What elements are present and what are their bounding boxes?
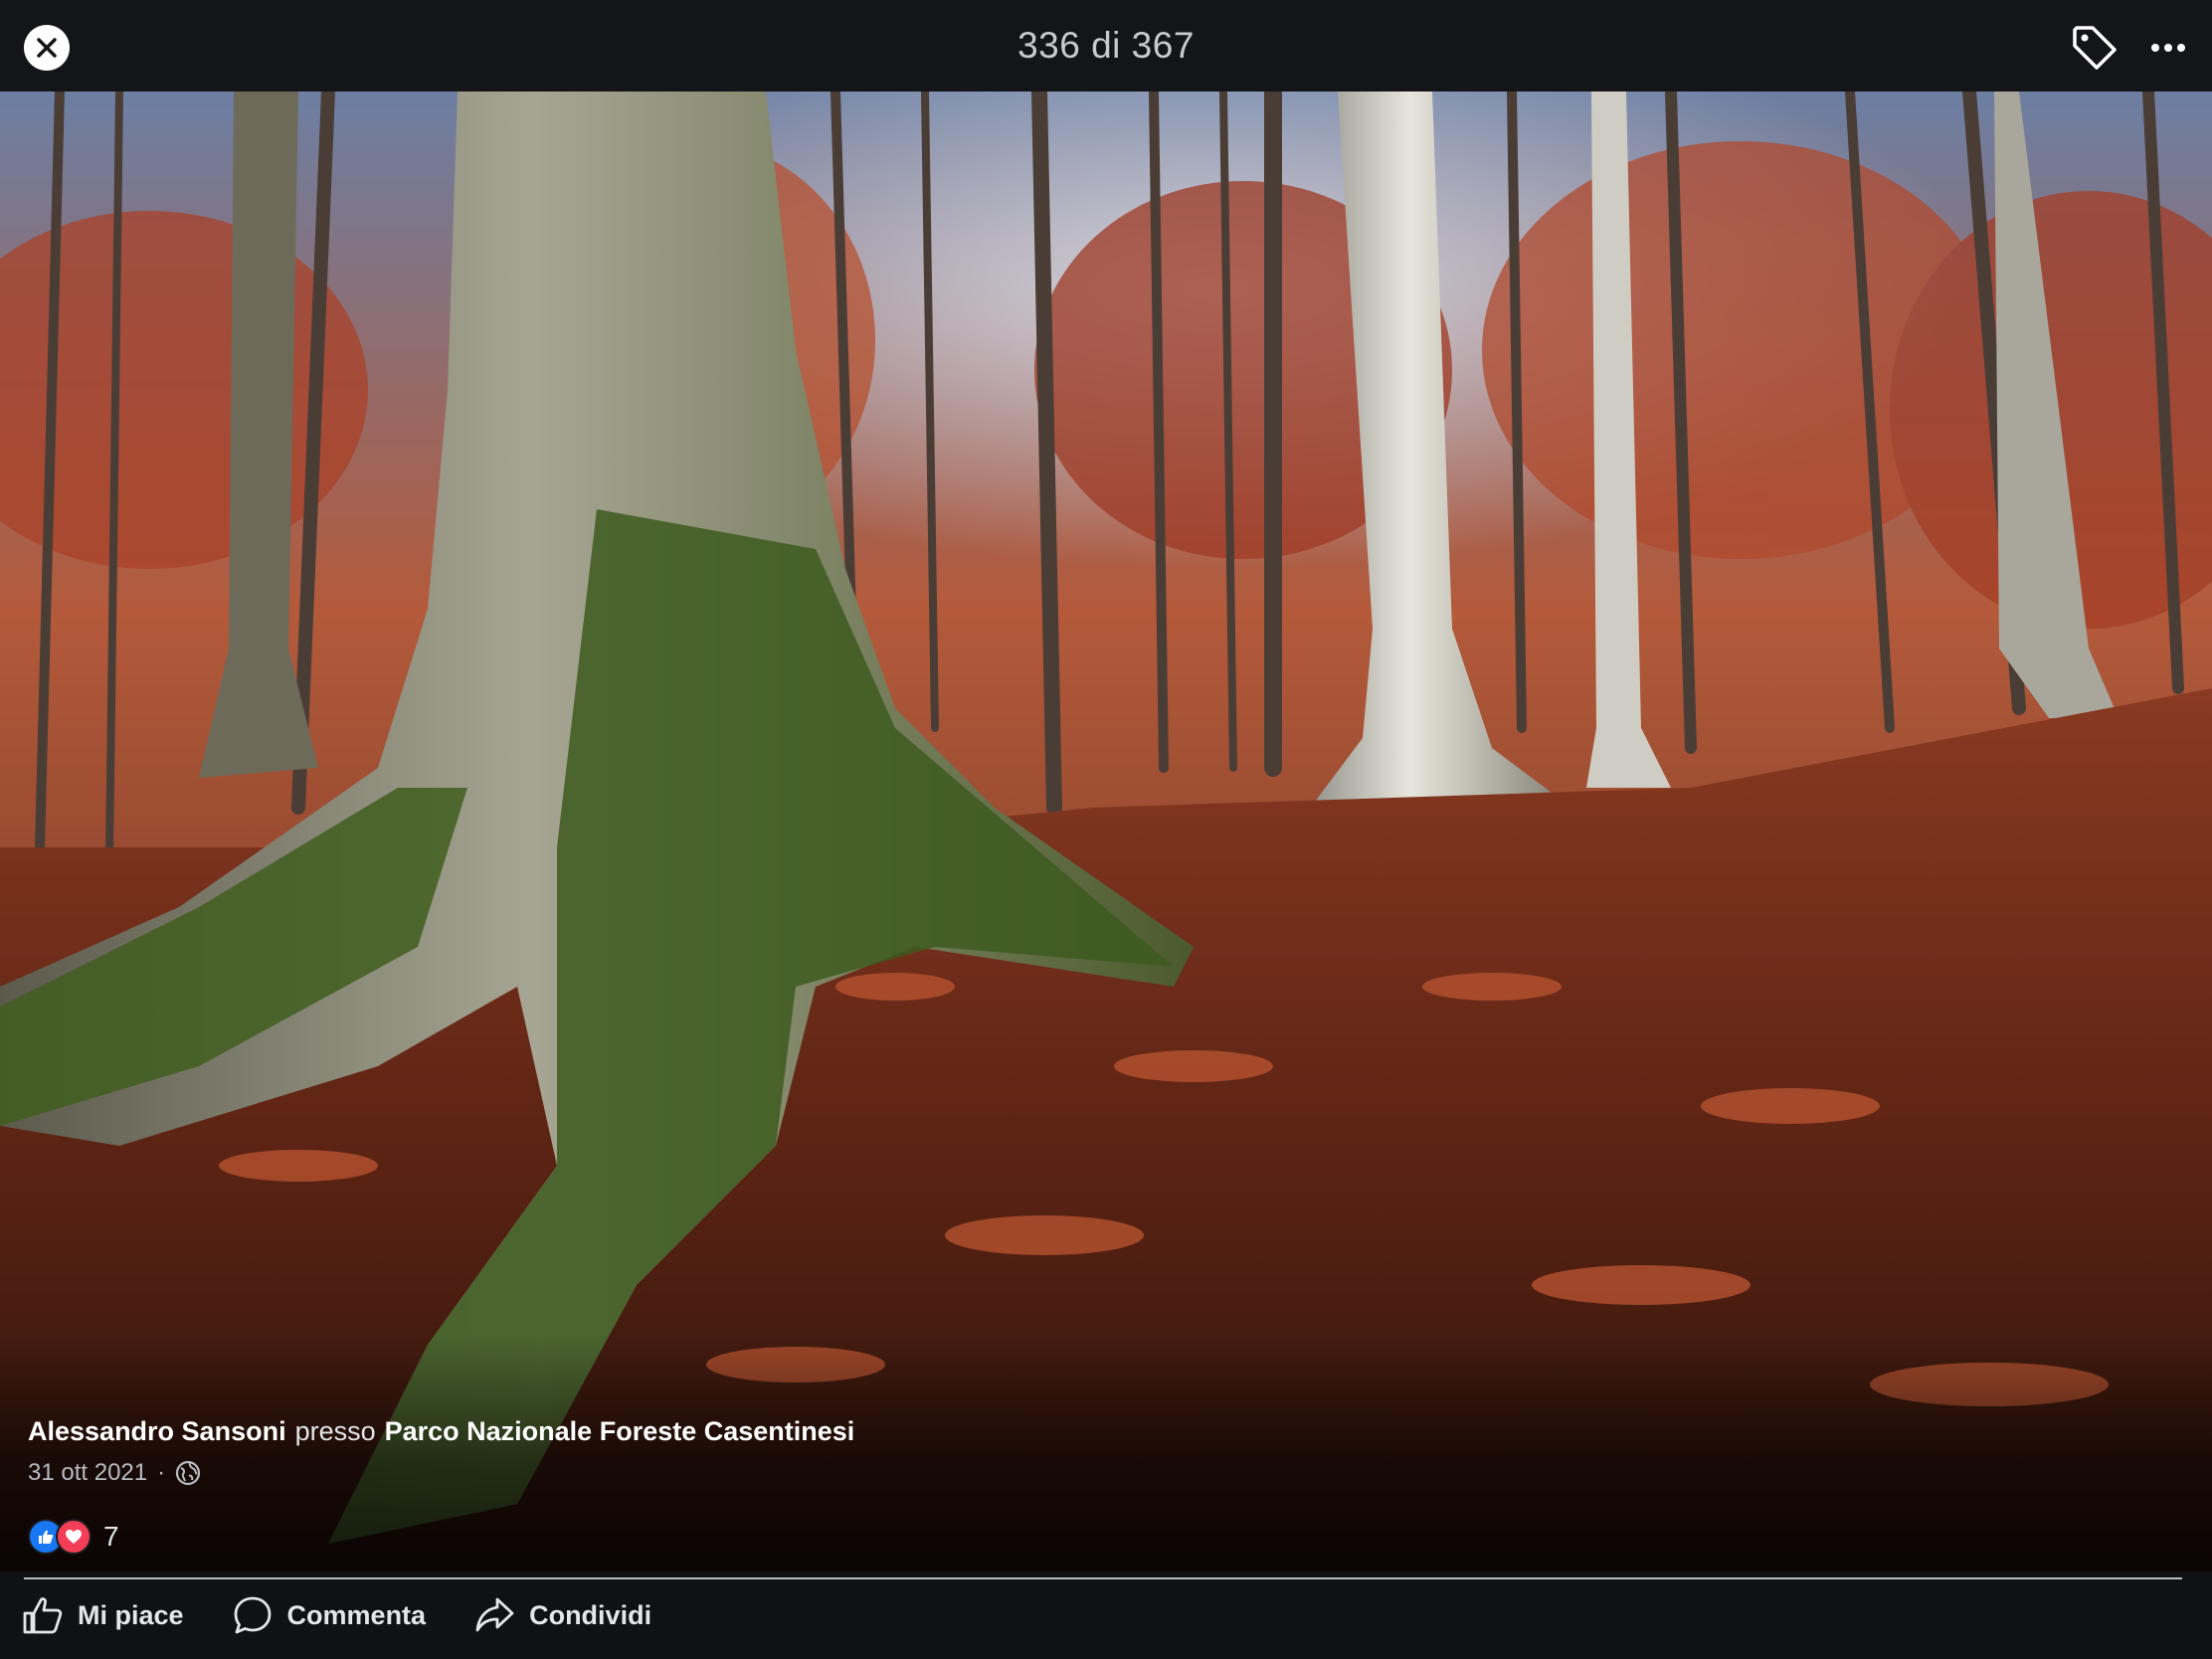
meta-separator: · bbox=[157, 1459, 166, 1486]
reaction-summary[interactable]: 7 bbox=[28, 1519, 119, 1555]
share-icon bbox=[475, 1597, 514, 1632]
reaction-count: 7 bbox=[103, 1521, 119, 1552]
post-meta: 31 ott 2021 · bbox=[28, 1459, 854, 1487]
post-caption: Alessandro Sansoni presso Parco Nazional… bbox=[28, 1416, 854, 1487]
thumbs-up-icon bbox=[23, 1597, 63, 1634]
comment-button[interactable]: Commenta bbox=[232, 1595, 427, 1635]
photo-counter: 336 di 367 bbox=[1017, 25, 1195, 66]
comment-icon bbox=[234, 1596, 271, 1634]
like-label: Mi piace bbox=[78, 1599, 184, 1630]
tag-icon bbox=[2073, 26, 2117, 70]
more-horizontal-icon bbox=[2151, 44, 2185, 52]
caption-line: Alessandro Sansoni presso Parco Nazional… bbox=[28, 1416, 854, 1447]
close-button[interactable] bbox=[24, 25, 70, 71]
globe-icon bbox=[176, 1460, 201, 1486]
divider bbox=[24, 1577, 2182, 1579]
post-date[interactable]: 31 ott 2021 bbox=[28, 1459, 147, 1487]
more-options-button[interactable] bbox=[2148, 30, 2188, 66]
share-label: Condividi bbox=[529, 1599, 652, 1630]
like-button[interactable]: Mi piace bbox=[22, 1595, 184, 1635]
location-name[interactable]: Parco Nazionale Foreste Casentinesi bbox=[385, 1416, 855, 1447]
photo-viewer[interactable] bbox=[0, 92, 2212, 1571]
tag-button[interactable] bbox=[2069, 22, 2120, 74]
comment-label: Commenta bbox=[286, 1599, 427, 1630]
share-button[interactable]: Condividi bbox=[473, 1595, 651, 1635]
connector-text: presso bbox=[294, 1416, 376, 1446]
author-name[interactable]: Alessandro Sansoni bbox=[28, 1416, 286, 1447]
top-bar: 336 di 367 bbox=[0, 0, 2212, 92]
action-bar: Mi piace Commenta Condividi bbox=[22, 1595, 651, 1635]
close-icon bbox=[37, 38, 57, 58]
love-reaction-icon bbox=[56, 1519, 92, 1555]
